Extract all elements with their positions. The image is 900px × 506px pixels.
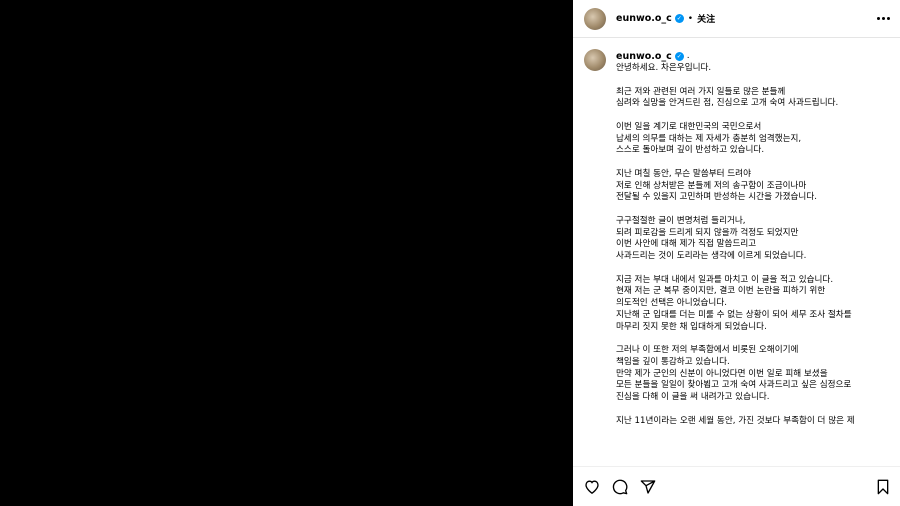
caption-body: eunwo.o_c ✓ . 안녕하세요. 차은우입니다. 최근 저와 관련된 여… — [616, 49, 890, 427]
header-username[interactable]: eunwo.o_c — [616, 13, 672, 24]
action-bar — [573, 466, 900, 506]
verified-badge-icon: ✓ — [674, 51, 684, 61]
caption-username[interactable]: eunwo.o_c — [616, 51, 672, 62]
bookmark-icon[interactable] — [876, 479, 890, 495]
follow-button[interactable]: 关注 — [697, 12, 715, 25]
separator-dot: • — [687, 13, 694, 24]
avatar[interactable] — [584, 7, 606, 30]
post-header: eunwo.o_c ✓ • 关注 — [573, 0, 900, 38]
caption-avatar[interactable] — [584, 49, 606, 71]
verified-badge-icon: ✓ — [674, 14, 684, 23]
post-media[interactable] — [0, 0, 573, 506]
caption-dot: . — [686, 51, 690, 61]
heart-icon[interactable] — [584, 479, 600, 494]
caption-text: 안녕하세요. 차은우입니다. 최근 저와 관련된 여러 가지 일들로 많은 분들… — [616, 63, 855, 426]
caption-scroll-area[interactable]: eunwo.o_c ✓ . 안녕하세요. 차은우입니다. 최근 저와 관련된 여… — [573, 39, 900, 466]
comment-icon[interactable] — [612, 479, 628, 495]
more-options-icon[interactable] — [877, 17, 890, 20]
caption-header: eunwo.o_c ✓ . — [616, 49, 890, 63]
share-icon[interactable] — [640, 479, 656, 495]
post-side-panel: eunwo.o_c ✓ • 关注 eunwo.o_c ✓ . 안녕하세요. 차은… — [573, 0, 900, 506]
caption-row: eunwo.o_c ✓ . 안녕하세요. 차은우입니다. 최근 저와 관련된 여… — [573, 39, 900, 427]
